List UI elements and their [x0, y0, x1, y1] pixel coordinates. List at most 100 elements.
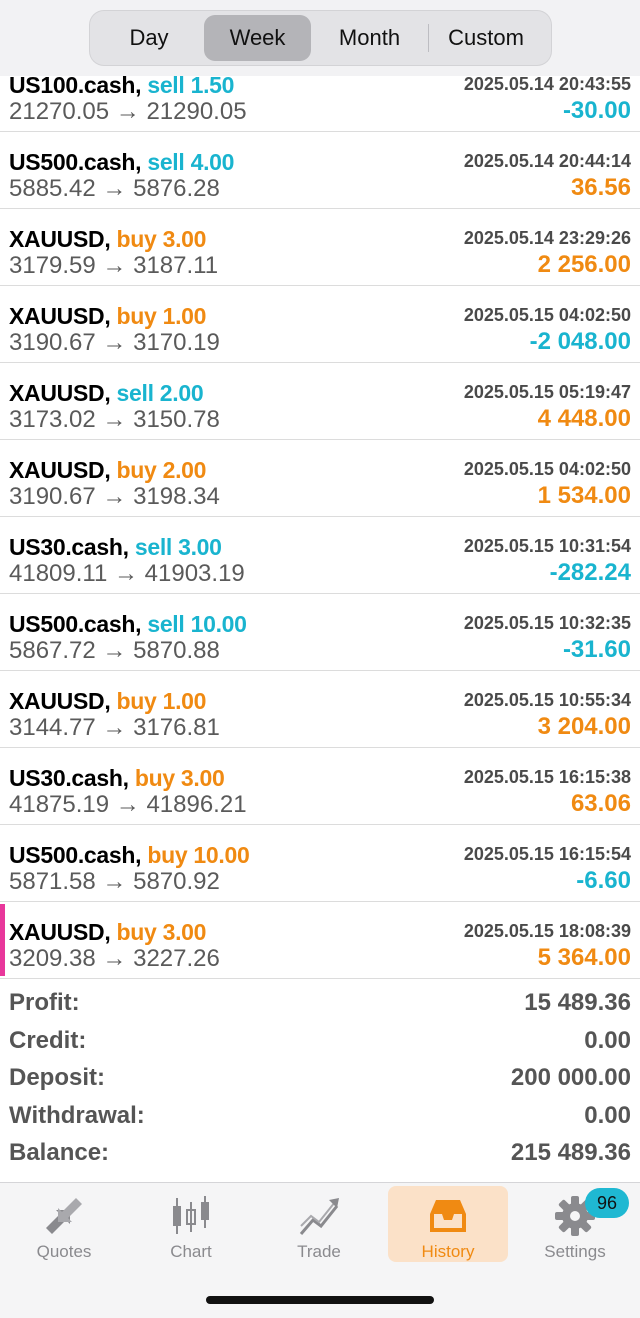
trade-row[interactable]: US500.cash, buy 10.00 2025.05.15 16:15:54… [0, 825, 640, 902]
trade-profit: -31.60 [562, 636, 631, 663]
trade-prices: 3144.77 → 3176.81 [9, 714, 220, 741]
trade-row[interactable]: US500.cash, sell 10.00 2025.05.15 10:32:3… [0, 594, 640, 671]
trade-symbol: US30.cash, sell 3.00 [9, 534, 222, 561]
trade-profit: 3 204.00 [537, 713, 631, 740]
trade-side-volume: buy 10.00 [147, 842, 250, 868]
tab-quotes[interactable]: Quotes [4, 1186, 124, 1262]
trade-time: 2025.05.14 20:44:14 [463, 151, 631, 171]
trade-time: 2025.05.15 04:02:50 [463, 459, 631, 479]
trade-profit: -30.00 [562, 97, 631, 124]
symbol-name: XAUUSD, [9, 688, 111, 714]
summary-label: Withdrawal: [9, 1101, 145, 1129]
symbol-name: XAUUSD, [9, 919, 111, 945]
trade-prices: 5867.72 → 5870.88 [9, 637, 220, 664]
trade-time: 2025.05.15 16:15:54 [463, 844, 631, 864]
summary-label: Balance: [9, 1139, 110, 1166]
trade-prices: 3190.67 → 3198.34 [9, 483, 220, 510]
tab-quotes-label: Quotes [36, 1242, 92, 1261]
trade-row[interactable]: XAUUSD, buy 2.00 2025.05.15 04:02:50 3190.… [0, 440, 640, 517]
summary-label: Credit: [9, 1026, 87, 1054]
trade-row[interactable]: XAUUSD, buy 1.00 2025.05.15 10:55:34 3144.… [0, 671, 640, 748]
period-header: Day Week Month Custom [0, 0, 640, 76]
trade-prices: 41809.11 → 41903.19 [9, 560, 245, 587]
trade-profit: 1 534.00 [537, 482, 631, 509]
trade-time: 2025.05.15 04:02:50 [463, 305, 631, 325]
summary-value: 0.00 [584, 1026, 631, 1054]
trade-profit: 2 256.00 [537, 251, 631, 278]
tab-history-label: History [421, 1242, 475, 1261]
tab-trade-label: Trade [297, 1242, 341, 1261]
trade-symbol: XAUUSD, buy 3.00 [9, 226, 206, 253]
symbol-name: XAUUSD, [9, 303, 111, 329]
summary-row: Profit: 15 489.36 [0, 985, 640, 1023]
trade-prices: 3173.02 → 3150.78 [9, 406, 220, 433]
tab-history[interactable]: History [388, 1186, 508, 1262]
trade-symbol: XAUUSD, buy 1.00 [9, 303, 206, 330]
trade-prices: 21270.05 → 21290.05 [9, 98, 247, 125]
trade-row[interactable]: XAUUSD, buy 1.00 2025.05.15 04:02:50 3190.… [0, 286, 640, 363]
trade-profit: 5 364.00 [537, 944, 631, 971]
trade-prices: 3179.59 → 3187.11 [9, 252, 219, 279]
trade-symbol: US30.cash, buy 3.00 [9, 765, 225, 792]
tab-chart-label: Chart [170, 1242, 212, 1261]
trade-symbol: US100.cash, sell 1.50 [9, 72, 234, 99]
trade-prices: 5885.42 → 5876.28 [9, 175, 220, 202]
trade-side-volume: sell 2.00 [116, 380, 204, 406]
trade-history-list[interactable]: US100.cash, sell 1.50 2025.05.14 20:43:55… [0, 55, 640, 979]
period-tab-custom[interactable]: Custom [429, 15, 543, 61]
period-tab-week[interactable]: Week [204, 15, 311, 61]
tab-chart[interactable]: Chart [131, 1186, 251, 1262]
symbol-name: US30.cash, [9, 534, 129, 560]
trade-time: 2025.05.15 16:15:38 [463, 767, 631, 787]
trade-prices: 5871.58 → 5870.92 [9, 868, 220, 895]
tab-settings-label: Settings [544, 1242, 606, 1261]
summary-value: 15 489.36 [524, 989, 631, 1016]
period-tab-day[interactable]: Day [94, 15, 204, 61]
trade-side-volume: buy 2.00 [116, 457, 207, 483]
trade-side-volume: buy 3.00 [116, 919, 207, 945]
quotes-arrows-icon [41, 1194, 87, 1238]
symbol-name: XAUUSD, [9, 457, 111, 483]
trade-time: 2025.05.15 18:08:39 [463, 921, 631, 941]
trade-profit: 63.06 [570, 790, 631, 817]
trade-prices: 41875.19 → 41896.21 [9, 791, 247, 818]
trade-side-volume: sell 4.00 [147, 149, 235, 175]
symbol-name: XAUUSD, [9, 226, 111, 252]
period-tab-month[interactable]: Month [311, 15, 428, 61]
summary-label: Deposit: [9, 1064, 105, 1091]
trade-profit: -282.24 [549, 559, 631, 586]
symbol-name: US30.cash, [9, 765, 129, 791]
symbol-name: US500.cash, [9, 611, 142, 637]
trade-row[interactable]: US500.cash, sell 4.00 2025.05.14 20:44:14… [0, 132, 640, 209]
trade-profit: -2 048.00 [529, 328, 631, 355]
trade-time: 2025.05.15 10:32:35 [463, 613, 631, 633]
trade-symbol: XAUUSD, buy 3.00 [9, 919, 206, 946]
trade-symbol: US500.cash, buy 10.00 [9, 842, 250, 869]
trade-time: 2025.05.15 10:55:34 [463, 690, 631, 710]
symbol-name: US500.cash, [9, 149, 142, 175]
summary-row: Balance: 215 489.36 [0, 1135, 640, 1173]
summary-value: 0.00 [584, 1101, 631, 1129]
trade-row[interactable]: XAUUSD, buy 3.00 2025.05.15 18:08:39 3209.… [0, 902, 640, 979]
trade-profit: 4 448.00 [537, 405, 631, 432]
trade-symbol: US500.cash, sell 10.00 [9, 611, 247, 638]
settings-notification-badge: 96 [585, 1188, 629, 1218]
home-indicator[interactable] [206, 1296, 434, 1304]
trade-side-volume: sell 10.00 [147, 611, 247, 637]
trade-symbol: XAUUSD, buy 1.00 [9, 688, 206, 715]
trade-symbol: XAUUSD, sell 2.00 [9, 380, 204, 407]
symbol-name: XAUUSD, [9, 380, 111, 406]
trade-side-volume: buy 1.00 [116, 303, 207, 329]
trade-side-volume: buy 1.00 [116, 688, 207, 714]
symbol-name: US500.cash, [9, 842, 142, 868]
trade-row[interactable]: XAUUSD, sell 2.00 2025.05.15 05:19:47 3173… [0, 363, 640, 440]
summary-row: Withdrawal: 0.00 [0, 1098, 640, 1136]
candlestick-chart-icon [168, 1194, 214, 1238]
trade-row[interactable]: US30.cash, sell 3.00 2025.05.15 10:31:54 4… [0, 517, 640, 594]
period-segmented-control: Day Week Month Custom [90, 11, 551, 65]
tab-trade[interactable]: Trade [259, 1186, 379, 1262]
trade-time: 2025.05.15 05:19:47 [463, 382, 631, 402]
trade-row[interactable]: XAUUSD, buy 3.00 2025.05.14 23:29:26 3179.… [0, 209, 640, 286]
trade-row[interactable]: US30.cash, buy 3.00 2025.05.15 16:15:38 41… [0, 748, 640, 825]
trade-time: 2025.05.14 20:43:55 [463, 74, 631, 94]
